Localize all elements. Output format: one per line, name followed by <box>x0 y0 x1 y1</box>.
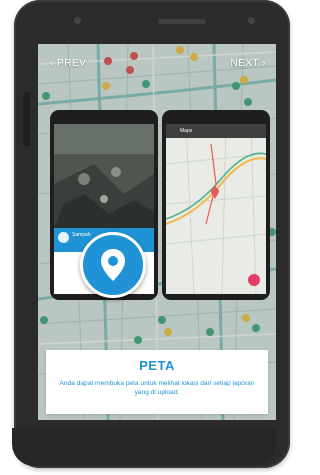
report-card-title: Sampah <box>72 232 91 238</box>
tutorial-info-panel: PETA Anda dapat membuka peta untuk melih… <box>46 350 268 414</box>
maps-app-bar: Maps <box>166 124 266 138</box>
maps-app-title: Maps <box>180 128 193 134</box>
preview-right-screen: Maps <box>166 124 266 294</box>
tutorial-description: Anda dapat membuka peta untuk melihat lo… <box>59 380 255 396</box>
location-pin-glyph <box>101 249 125 281</box>
prev-button[interactable]: ‹ PREV <box>50 58 86 69</box>
phone-camera <box>74 17 81 24</box>
phone-side-button <box>23 92 30 146</box>
report-avatar <box>58 232 69 243</box>
phone-bottom-bezel <box>12 428 276 466</box>
preview-phone-right: Maps <box>162 110 270 300</box>
preview-photo <box>54 124 154 228</box>
preview-map <box>166 124 266 294</box>
phone-speaker <box>158 19 206 24</box>
next-button[interactable]: NEXT › <box>230 58 266 69</box>
phone-sensor <box>248 17 255 24</box>
tutorial-title: PETA <box>139 358 175 373</box>
location-pin-icon <box>80 232 146 298</box>
app-screen: ‹ PREV NEXT › Sampah Maps PETA Anda dapa… <box>38 44 276 420</box>
maps-fab-button <box>248 274 260 286</box>
